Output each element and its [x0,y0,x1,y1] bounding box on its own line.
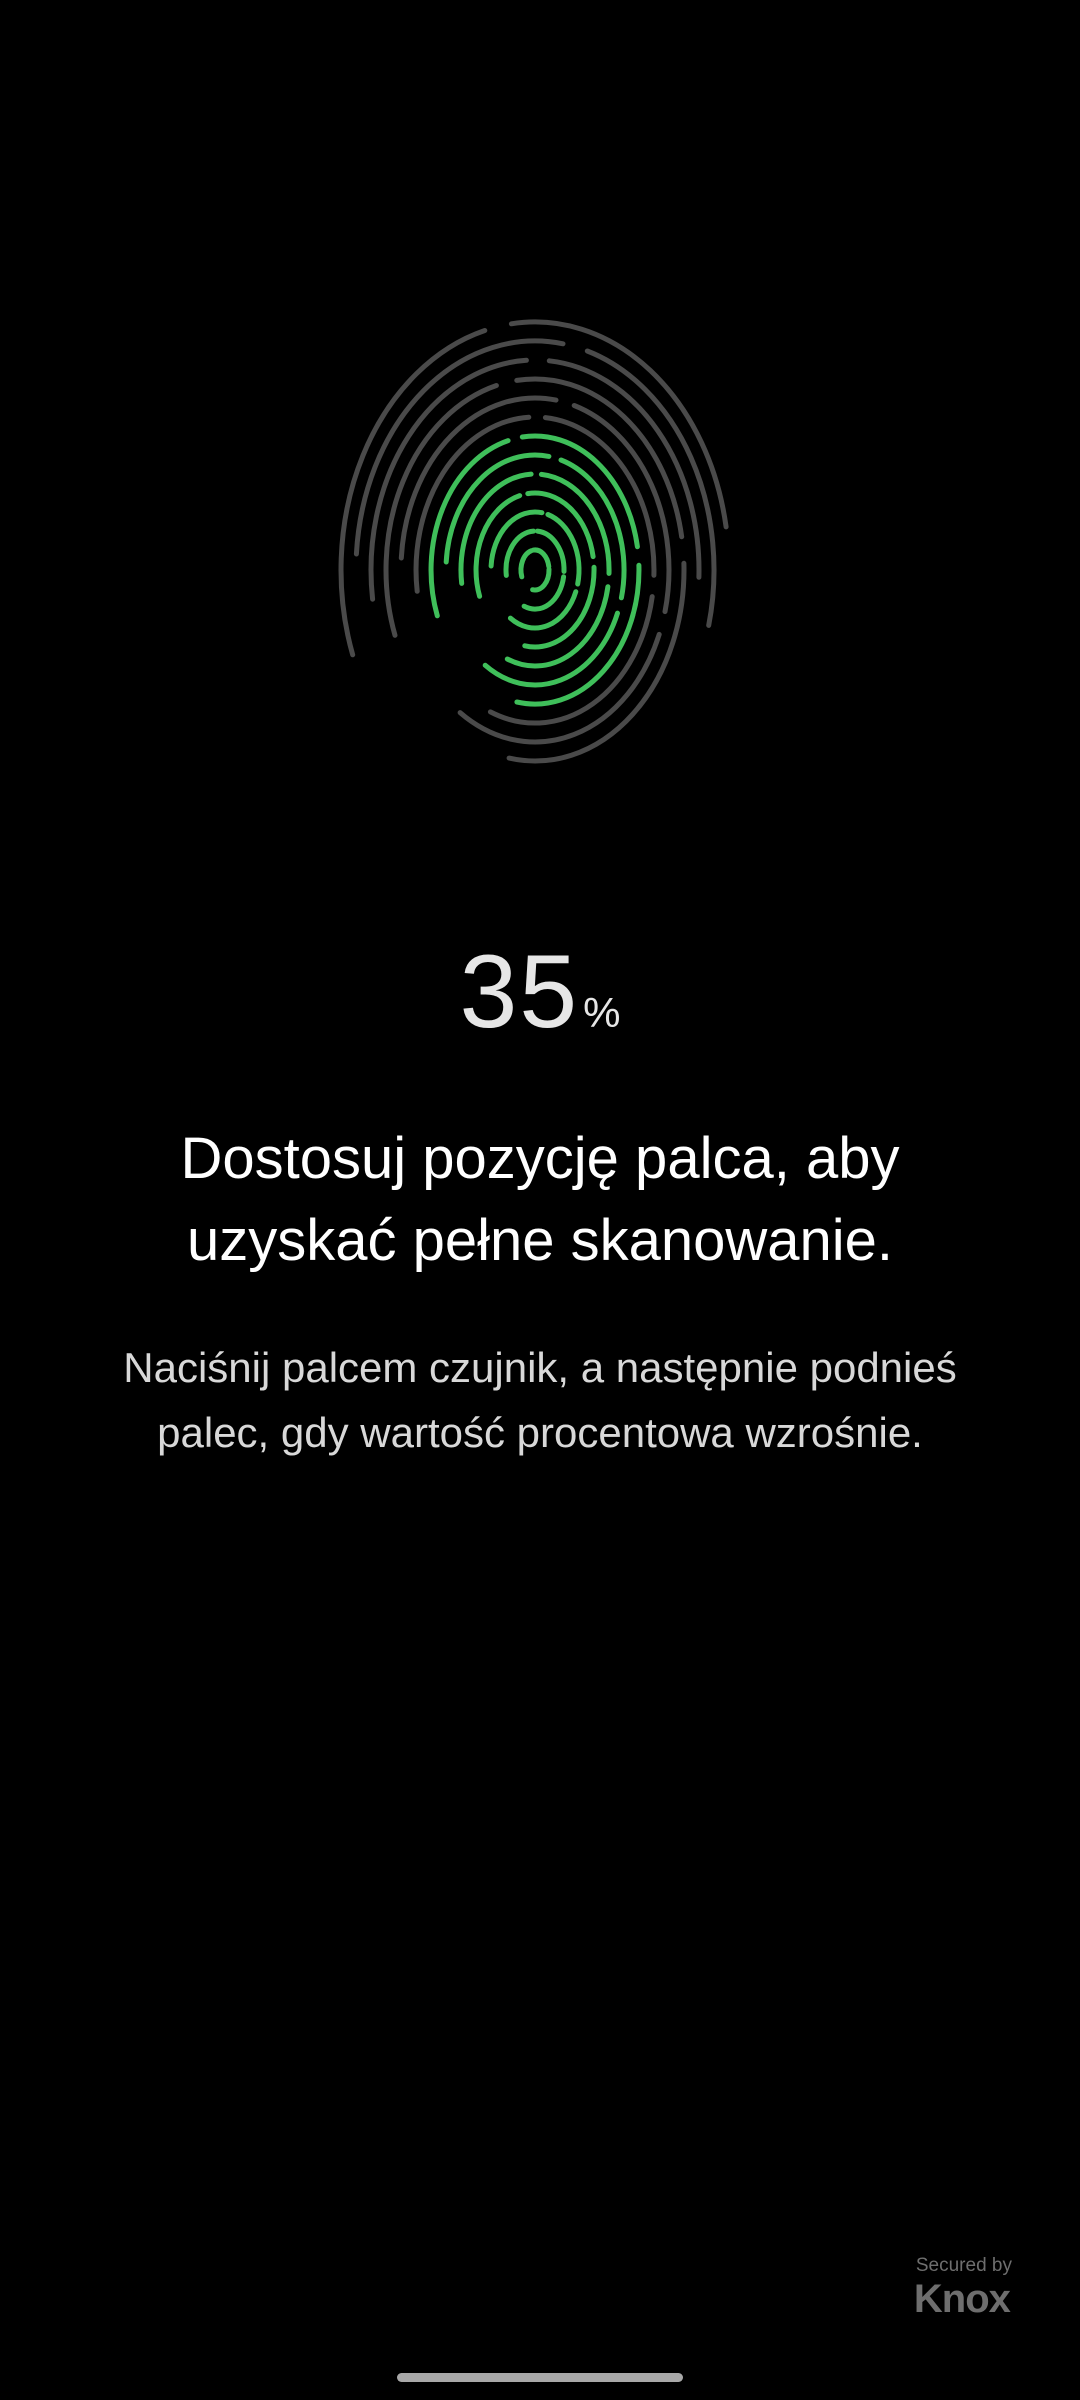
progress-unit: % [583,989,621,1036]
fingerprint-ridge [530,547,552,569]
enrollment-instruction: Naciśnij palcem czujnik, a następnie pod… [123,1344,957,1456]
fingerprint-progress-icon [330,300,750,840]
fingerprint-ridge [506,560,687,764]
fingerprint-icon [338,319,729,764]
knox-logo: Knox [913,2277,1011,2321]
progress-percentage: 35% [0,940,1080,1044]
fingerprint-ridge [518,548,534,580]
enrollment-title: Dostosuj pozycję palca, aby uzyskać pełn… [180,1126,900,1273]
fingerprint-ridge [530,566,552,593]
secured-by-label: Secured by [915,2255,1012,2276]
fingerprint-ridge [457,631,662,745]
secured-by-knox-badge: Secured by Knox [914,2255,1012,2319]
fingerprint-ridge [353,338,566,557]
navigation-home-bar[interactable] [397,2373,683,2382]
progress-value: 35 [459,934,580,1050]
